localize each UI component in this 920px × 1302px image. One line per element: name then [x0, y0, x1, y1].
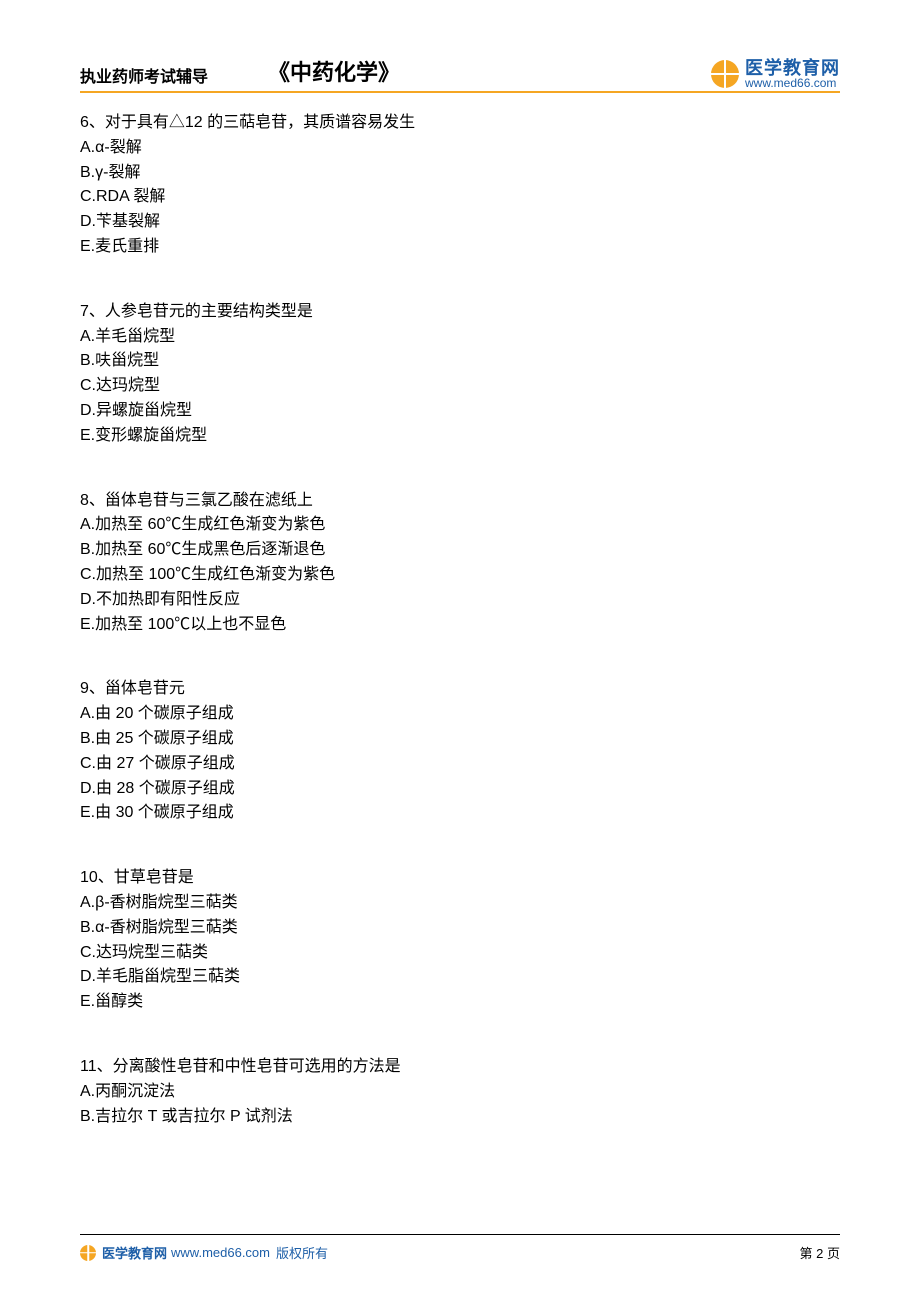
page-footer: 医学教育网 www.med66.com 版权所有 第 2 页: [80, 1234, 840, 1262]
question-option: C.达玛烷型: [80, 374, 840, 399]
question-block: 10、甘草皂苷是 A.β-香树脂烷型三萜类 B.α-香树脂烷型三萜类 C.达玛烷…: [80, 866, 840, 1015]
question-block: 11、分离酸性皂苷和中性皂苷可选用的方法是 A.丙酮沉淀法 B.吉拉尔 T 或吉…: [80, 1055, 840, 1129]
question-option: D.羊毛脂甾烷型三萜类: [80, 965, 840, 990]
footer-divider: [80, 1234, 840, 1235]
question-block: 6、对于具有△12 的三萜皂苷，其质谱容易发生 A.α-裂解 B.γ-裂解 C.…: [80, 111, 840, 260]
logo-url: www.med66.com: [745, 77, 840, 89]
question-option: E.由 30 个碳原子组成: [80, 801, 840, 826]
logo-brand-name: 医学教育网: [745, 59, 840, 77]
question-stem: 9、甾体皂苷元: [80, 677, 840, 702]
question-option: B.吉拉尔 T 或吉拉尔 P 试剂法: [80, 1105, 840, 1130]
question-option: C.达玛烷型三萜类: [80, 941, 840, 966]
plus-circle-icon: [80, 1245, 96, 1261]
footer-copyright: 版权所有: [276, 1243, 328, 1262]
question-option: D.苄基裂解: [80, 210, 840, 235]
question-option: C.RDA 裂解: [80, 185, 840, 210]
question-option: E.麦氏重排: [80, 235, 840, 260]
page-header: 执业药师考试辅导 《中药化学》 医学教育网 www.med66.com: [80, 55, 840, 93]
header-subtitle: 执业药师考试辅导: [80, 63, 208, 87]
question-option: E.变形螺旋甾烷型: [80, 424, 840, 449]
question-option: A.羊毛甾烷型: [80, 325, 840, 350]
question-block: 8、甾体皂苷与三氯乙酸在滤纸上 A.加热至 60℃生成红色渐变为紫色 B.加热至…: [80, 489, 840, 638]
plus-circle-icon: [711, 60, 739, 88]
question-option: D.由 28 个碳原子组成: [80, 777, 840, 802]
logo-text: 医学教育网 www.med66.com: [745, 59, 840, 89]
header-logo: 医学教育网 www.med66.com: [711, 59, 840, 89]
question-option: A.由 20 个碳原子组成: [80, 702, 840, 727]
question-option: D.不加热即有阳性反应: [80, 588, 840, 613]
question-stem: 10、甘草皂苷是: [80, 866, 840, 891]
question-option: D.异螺旋甾烷型: [80, 399, 840, 424]
question-option: C.加热至 100℃生成红色渐变为紫色: [80, 563, 840, 588]
question-stem: 6、对于具有△12 的三萜皂苷，其质谱容易发生: [80, 111, 840, 136]
document-body: 6、对于具有△12 的三萜皂苷，其质谱容易发生 A.α-裂解 B.γ-裂解 C.…: [80, 111, 840, 1129]
question-option: B.呋甾烷型: [80, 349, 840, 374]
footer-brand-name: 医学教育网: [102, 1243, 167, 1262]
question-option: A.加热至 60℃生成红色渐变为紫色: [80, 513, 840, 538]
question-option: A.丙酮沉淀法: [80, 1080, 840, 1105]
page-number: 第 2 页: [800, 1243, 840, 1262]
question-block: 9、甾体皂苷元 A.由 20 个碳原子组成 B.由 25 个碳原子组成 C.由 …: [80, 677, 840, 826]
question-option: B.γ-裂解: [80, 161, 840, 186]
question-option: E.甾醇类: [80, 990, 840, 1015]
footer-url: www.med66.com: [171, 1245, 270, 1260]
question-stem: 7、人参皂苷元的主要结构类型是: [80, 300, 840, 325]
question-option: E.加热至 100℃以上也不显色: [80, 613, 840, 638]
question-stem: 11、分离酸性皂苷和中性皂苷可选用的方法是: [80, 1055, 840, 1080]
question-option: A.β-香树脂烷型三萜类: [80, 891, 840, 916]
question-stem: 8、甾体皂苷与三氯乙酸在滤纸上: [80, 489, 840, 514]
question-option: A.α-裂解: [80, 136, 840, 161]
question-option: C.由 27 个碳原子组成: [80, 752, 840, 777]
question-option: B.加热至 60℃生成黑色后逐渐退色: [80, 538, 840, 563]
question-block: 7、人参皂苷元的主要结构类型是 A.羊毛甾烷型 B.呋甾烷型 C.达玛烷型 D.…: [80, 300, 840, 449]
question-option: B.α-香树脂烷型三萜类: [80, 916, 840, 941]
question-option: B.由 25 个碳原子组成: [80, 727, 840, 752]
header-title: 《中药化学》: [268, 55, 400, 87]
footer-branding: 医学教育网 www.med66.com 版权所有: [80, 1243, 328, 1262]
